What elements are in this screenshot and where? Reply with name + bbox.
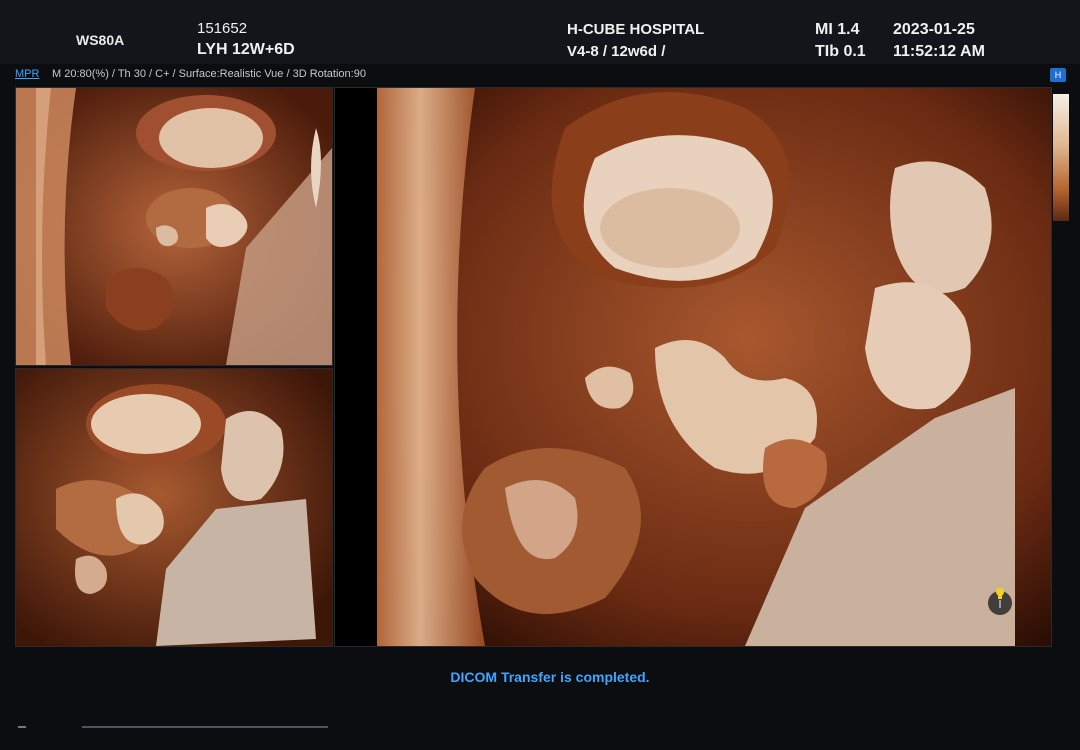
mode-indicator-icon[interactable]: H [1050,68,1066,82]
color-scale-bar [1053,94,1069,221]
mpr-bottom-left-pane[interactable] [15,368,333,647]
patient-id: 151652 [197,20,248,37]
3d-render-main-pane[interactable] [334,87,1052,647]
mpr-top-left-pane[interactable] [15,87,333,366]
exam-date: 2023-01-25 [893,21,975,38]
pointer-cursor-icon[interactable] [986,586,1016,616]
thermal-index: TIb 0.1 [815,43,866,60]
footer-divider [82,726,328,728]
status-message: DICOM Transfer is completed. [450,669,650,685]
probe-info: V4-8 / 12w6d / [567,43,666,60]
patient-name: LYH 12W+6D [197,41,295,58]
hospital-name: H-CUBE HOSPITAL [567,21,705,38]
mpr-mode-tab[interactable]: MPR [15,68,39,80]
footer-mark [18,726,26,728]
device-model: WS80A [76,32,125,48]
mechanical-index: MI 1.4 [815,21,860,38]
exam-time: 11:52:12 AM [893,43,985,60]
render-params: M 20:80(%) / Th 30 / C+ / Surface:Realis… [52,68,366,80]
